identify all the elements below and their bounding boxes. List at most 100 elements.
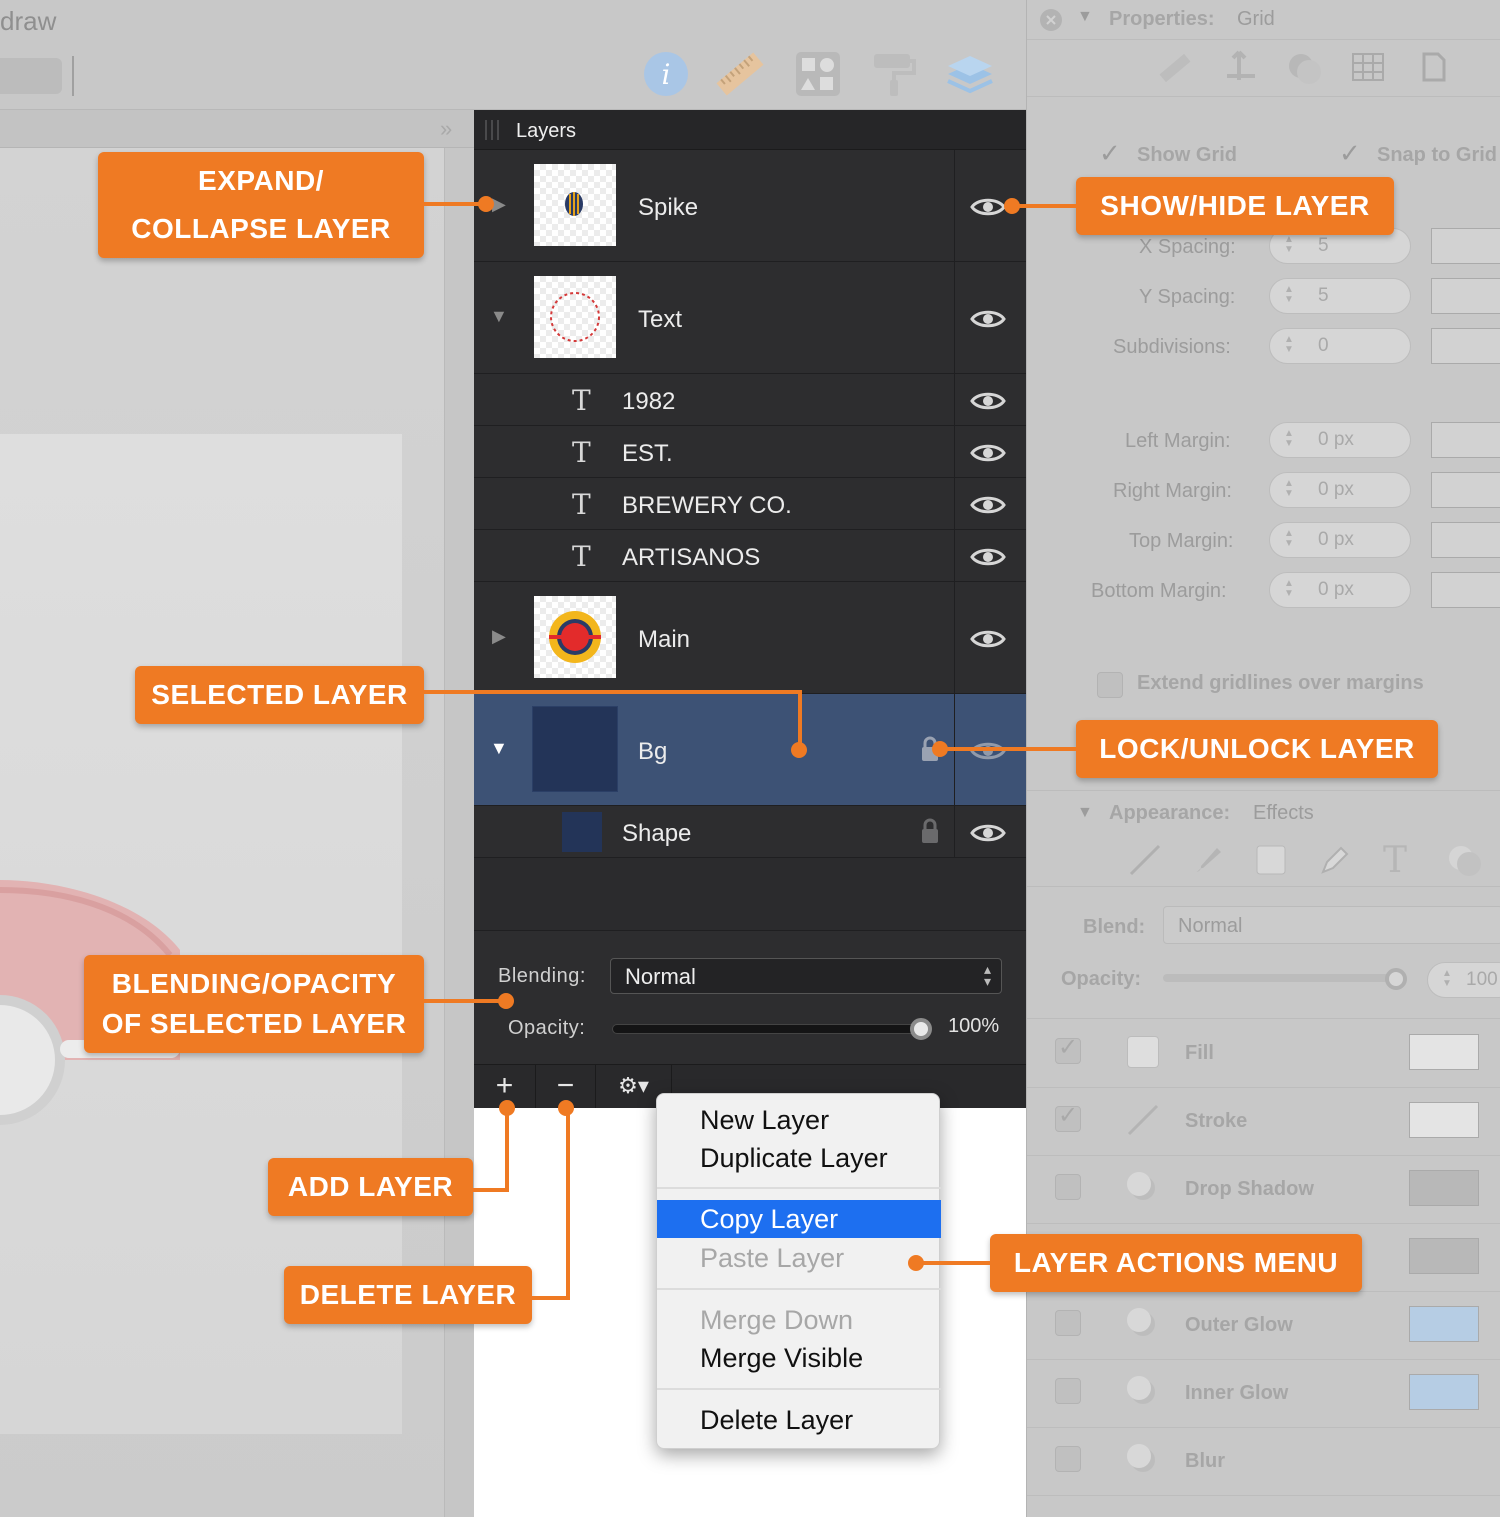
expand-triangle-icon[interactable]: ▶ xyxy=(492,194,506,215)
disclosure-triangle-icon[interactable]: ▼ xyxy=(1077,8,1093,26)
subdivisions-stepper[interactable]: ▲ ▼ 0 xyxy=(1269,328,1411,364)
info-icon[interactable]: i xyxy=(640,48,692,100)
effect-checkbox[interactable] xyxy=(1055,1446,1081,1472)
menu-item-merge-visible[interactable]: Merge Visible xyxy=(657,1338,941,1378)
brush-tool-icon[interactable] xyxy=(1189,842,1225,878)
rectangle-tool-icon[interactable] xyxy=(1253,842,1289,878)
pen-tool-icon[interactable] xyxy=(1317,842,1353,878)
effect-checkbox[interactable]: ✓ xyxy=(1055,1102,1081,1132)
stepper-arrows-icon[interactable]: ▲ ▼ xyxy=(1442,969,1452,989)
stepper-arrows-icon[interactable]: ▲ ▼ xyxy=(1284,429,1294,449)
eye-icon[interactable] xyxy=(970,628,1006,650)
left-margin-stepper[interactable]: ▲ ▼ 0 px xyxy=(1269,422,1411,458)
text-type-icon: T xyxy=(572,488,591,521)
blending-select[interactable]: Normal ▴ ▾ xyxy=(610,958,1002,994)
eye-icon[interactable] xyxy=(970,308,1006,330)
panel-grip-icon[interactable] xyxy=(482,118,502,142)
callout-leader-line xyxy=(1010,204,1078,208)
text-tool-icon[interactable]: T xyxy=(1383,840,1407,881)
stepper-arrows-icon[interactable]: ▲ ▼ xyxy=(1284,579,1294,599)
eye-icon[interactable] xyxy=(970,196,1006,218)
y-spacing-stepper[interactable]: ▲ ▼ 5 xyxy=(1269,278,1411,314)
blending-label: Blending: xyxy=(498,965,586,987)
paint-roller-icon[interactable] xyxy=(868,48,920,100)
effects-tool-icon[interactable] xyxy=(1445,842,1485,878)
extend-gridlines-checkbox[interactable] xyxy=(1097,672,1123,698)
margin-color-swatch[interactable] xyxy=(1431,422,1500,458)
opacity-stepper[interactable]: ▲ ▼ 100 xyxy=(1427,962,1500,998)
callout-leader-line xyxy=(940,747,1078,751)
effect-checkbox[interactable] xyxy=(1055,1310,1081,1336)
double-chevron-icon[interactable]: » xyxy=(440,116,452,142)
stroke-color-swatch[interactable] xyxy=(1409,1102,1479,1138)
grid-color-swatch[interactable] xyxy=(1431,228,1500,264)
menu-item-delete-layer[interactable]: Delete Layer xyxy=(657,1400,941,1440)
opacity-slider-knob[interactable] xyxy=(910,1018,932,1040)
line-tool-icon[interactable] xyxy=(1127,842,1163,878)
close-icon[interactable] xyxy=(1039,8,1063,32)
collapse-triangle-icon[interactable]: ▼ xyxy=(490,738,508,759)
move-tab-icon[interactable] xyxy=(1223,48,1259,88)
inner-glow-color-swatch[interactable] xyxy=(1409,1374,1479,1410)
grid-color-swatch[interactable] xyxy=(1431,278,1500,314)
eye-icon[interactable] xyxy=(970,494,1006,516)
eye-icon[interactable] xyxy=(970,822,1006,844)
bottom-margin-stepper[interactable]: ▲ ▼ 0 px xyxy=(1269,572,1411,608)
stepper-arrows-icon[interactable]: ▲ ▼ xyxy=(1284,235,1294,255)
effect-checkbox[interactable] xyxy=(1055,1378,1081,1404)
collapse-triangle-icon[interactable]: ▼ xyxy=(490,306,508,327)
menu-item-duplicate-layer[interactable]: Duplicate Layer xyxy=(657,1138,941,1178)
divider xyxy=(1027,886,1500,887)
opacity-slider[interactable] xyxy=(612,1024,922,1034)
grid-tab-icon[interactable] xyxy=(1351,52,1385,82)
layer-row-est[interactable] xyxy=(474,426,1026,478)
shadow-color-swatch[interactable] xyxy=(1409,1170,1479,1206)
layer-thumbnail-main xyxy=(534,596,616,678)
document-tab-icon[interactable] xyxy=(1421,52,1447,82)
effect-checkbox[interactable] xyxy=(1055,1174,1081,1200)
shape-tab-icon[interactable] xyxy=(1285,50,1325,86)
disclosure-triangle-icon[interactable]: ▼ xyxy=(1077,804,1093,822)
eye-icon[interactable] xyxy=(970,740,1006,762)
margin-color-swatch[interactable] xyxy=(1431,572,1500,608)
opacity-slider[interactable] xyxy=(1163,974,1399,982)
eye-icon[interactable] xyxy=(970,546,1006,568)
layer-actions-menu: New Layer Duplicate Layer Copy Layer Pas… xyxy=(656,1093,941,1449)
right-margin-stepper[interactable]: ▲ ▼ 0 px xyxy=(1269,472,1411,508)
checkmark-icon[interactable]: ✓ xyxy=(1339,138,1361,169)
opacity-slider-knob[interactable] xyxy=(1385,968,1407,990)
margin-color-swatch[interactable] xyxy=(1431,472,1500,508)
stepper-arrows-icon[interactable]: ▲ ▼ xyxy=(1284,335,1294,355)
effect-checkbox[interactable]: ✓ xyxy=(1055,1034,1081,1064)
stepper-arrows-icon[interactable]: ▲ ▼ xyxy=(1284,285,1294,305)
menu-item-copy-layer[interactable]: Copy Layer xyxy=(657,1200,941,1238)
lock-icon[interactable] xyxy=(920,818,940,844)
callout-leader-line xyxy=(473,1188,509,1192)
menu-separator xyxy=(657,1388,941,1390)
ruler-icon[interactable] xyxy=(714,48,766,100)
top-margin-stepper[interactable]: ▲ ▼ 0 px xyxy=(1269,522,1411,558)
grid-color-swatch[interactable] xyxy=(1431,328,1500,364)
eye-icon[interactable] xyxy=(970,442,1006,464)
checkmark-icon[interactable]: ✓ xyxy=(1099,138,1121,169)
toolbar-mini-control[interactable] xyxy=(70,56,82,96)
outer-glow-color-swatch[interactable] xyxy=(1409,1306,1479,1342)
eye-icon[interactable] xyxy=(970,390,1006,412)
layers-stack-icon[interactable] xyxy=(944,48,996,100)
callout-dot xyxy=(478,196,494,212)
layer-row-1982[interactable] xyxy=(474,374,1026,426)
menu-item-new-layer[interactable]: New Layer xyxy=(657,1100,941,1140)
toolbar-field[interactable] xyxy=(0,58,62,94)
layer-name: Main xyxy=(638,626,691,653)
shadow-color-swatch[interactable] xyxy=(1409,1238,1479,1274)
margin-color-swatch[interactable] xyxy=(1431,522,1500,558)
expand-triangle-icon[interactable]: ▶ xyxy=(492,626,506,647)
layers-empty-area[interactable] xyxy=(474,858,1026,930)
fill-color-swatch[interactable] xyxy=(1409,1034,1479,1070)
blend-select[interactable]: Normal xyxy=(1163,906,1500,944)
shapes-icon[interactable] xyxy=(792,48,844,100)
stepper-arrows-icon[interactable]: ▲ ▼ xyxy=(1284,479,1294,499)
stepper-arrows-icon[interactable]: ▲ ▼ xyxy=(1284,529,1294,549)
ruler-tab-icon[interactable] xyxy=(1157,50,1193,86)
layer-row-shape[interactable] xyxy=(474,806,1026,858)
